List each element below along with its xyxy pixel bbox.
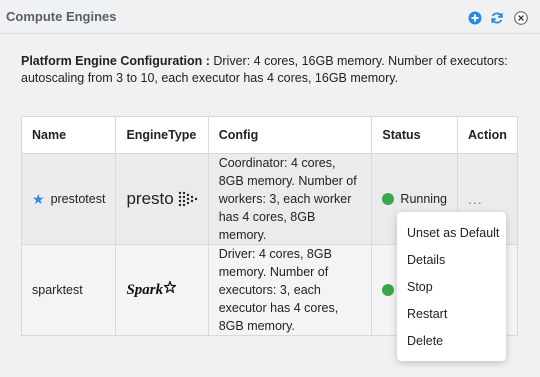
name-cell: sparktest [20,244,117,336]
presto-logo-text: presto [126,189,174,208]
column-header-config[interactable]: Config [207,116,373,154]
engine-actions-menu: Unset as Default Details Stop Restart De… [397,212,506,361]
engine-type-cell: presto [115,153,209,245]
table-header-row: Name EngineType Config Status Action [20,116,518,154]
menu-item-unset-default[interactable]: Unset as Default [397,220,506,247]
more-actions-button[interactable]: ... [468,191,483,207]
engine-name[interactable]: prestotest [51,190,106,208]
column-header-engine-type[interactable]: EngineType [115,116,209,154]
panel-header: Compute Engines [0,0,540,34]
spark-star-icon [164,281,177,293]
presto-logo: presto [126,189,197,209]
menu-item-restart[interactable]: Restart [397,301,506,328]
presto-dots-icon [178,191,197,207]
name-cell: ★ prestotest [20,153,117,245]
refresh-icon[interactable] [490,11,504,25]
default-star-icon: ★ [32,191,45,207]
running-status-icon [382,193,395,205]
status-text: Running [400,192,447,206]
menu-item-delete[interactable]: Delete [397,328,506,355]
compute-engines-panel: Compute Engines Platform Engine Configur… [0,0,540,377]
config-cell: Driver: 4 cores, 8GB memory. Number of e… [207,244,373,336]
config-cell: Coordinator: 4 cores, 8GB memory. Number… [207,153,373,245]
column-header-status[interactable]: Status [371,116,458,154]
summary-label: Platform Engine Configuration : [21,54,210,68]
spark-logo-text: Spark [126,282,164,298]
spark-logo: Spark [126,281,197,299]
platform-engine-summary: Platform Engine Configuration : Driver: … [21,53,521,87]
add-icon[interactable] [468,11,482,25]
running-status-icon [382,284,395,296]
engine-type-cell: Spark [115,244,209,336]
column-header-name[interactable]: Name [20,116,117,154]
panel-title: Compute Engines [6,9,117,24]
engine-name[interactable]: sparktest [32,283,83,297]
close-icon[interactable] [514,11,528,25]
column-header-action: Action [457,116,518,154]
menu-item-stop[interactable]: Stop [397,274,506,301]
menu-item-details[interactable]: Details [397,247,506,274]
